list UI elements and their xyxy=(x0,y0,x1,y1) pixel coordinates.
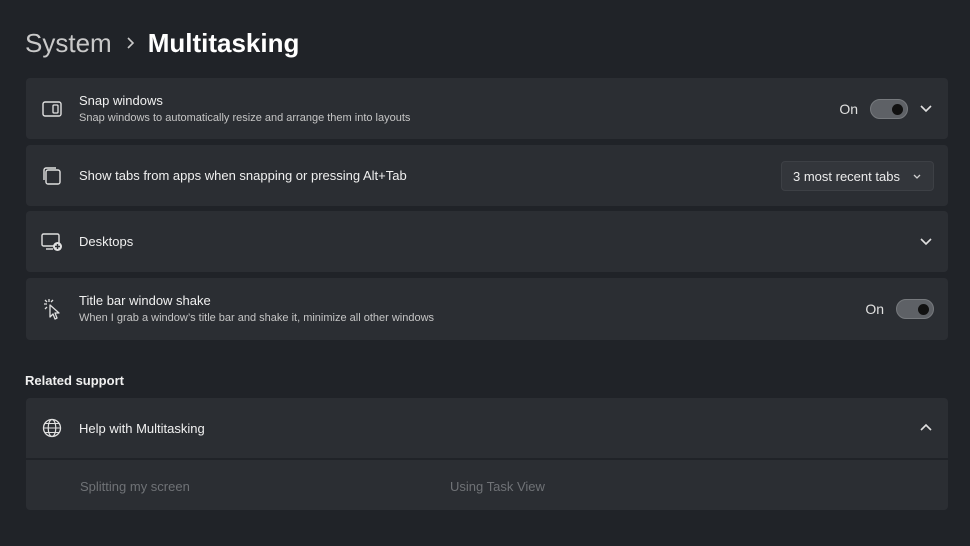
help-links-panel: Splitting my screen Using Task View xyxy=(26,460,948,510)
shake-cursor-icon xyxy=(40,297,64,321)
snap-windows-toggle-state: On xyxy=(839,101,858,117)
page-title: Multitasking xyxy=(147,27,300,58)
chevron-down-icon xyxy=(912,170,922,185)
snap-windows-setting[interactable]: Snap windows Snap windows to automatical… xyxy=(26,78,948,139)
snap-windows-description: Snap windows to automatically resize and… xyxy=(79,111,411,124)
snap-layout-icon xyxy=(40,97,64,121)
breadcrumb: System Multitasking xyxy=(25,26,299,60)
help-with-multitasking-title: Help with Multitasking xyxy=(79,421,205,436)
help-link-splitting-screen[interactable]: Splitting my screen xyxy=(80,479,190,494)
snap-windows-toggle-group: On xyxy=(839,99,908,119)
chevron-down-icon[interactable] xyxy=(918,100,934,116)
breadcrumb-parent[interactable]: System xyxy=(25,28,112,59)
recent-tabs-dropdown[interactable]: 3 most recent tabs xyxy=(781,161,934,191)
desktops-setting[interactable]: Desktops xyxy=(26,211,948,272)
help-with-multitasking-header[interactable]: Help with Multitasking xyxy=(26,398,948,458)
snap-windows-title: Snap windows xyxy=(79,92,163,108)
title-bar-shake-toggle-group: On xyxy=(865,299,934,319)
help-link-task-view[interactable]: Using Task View xyxy=(450,479,545,494)
chevron-right-icon xyxy=(112,36,148,50)
globe-icon xyxy=(40,416,64,440)
show-tabs-setting: Show tabs from apps when snapping or pre… xyxy=(26,145,948,206)
desktops-title: Desktops xyxy=(79,233,134,249)
toggle-knob xyxy=(892,104,903,115)
desktops-icon xyxy=(40,230,64,254)
show-tabs-title: Show tabs from apps when snapping or pre… xyxy=(79,167,407,183)
title-bar-shake-description: When I grab a window’s title bar and sha… xyxy=(79,312,435,324)
snap-windows-toggle[interactable] xyxy=(870,99,908,119)
chevron-up-icon[interactable] xyxy=(918,420,934,436)
recent-tabs-dropdown-value: 3 most recent tabs xyxy=(793,168,900,184)
title-bar-shake-title: Title bar window shake xyxy=(79,293,211,308)
tabs-icon xyxy=(40,164,64,188)
title-bar-shake-setting: Title bar window shake When I grab a win… xyxy=(26,278,948,340)
toggle-knob xyxy=(918,304,929,315)
title-bar-shake-toggle-state: On xyxy=(865,301,884,317)
related-support-heading: Related support xyxy=(25,373,124,388)
title-bar-shake-toggle[interactable] xyxy=(896,299,934,319)
chevron-down-icon[interactable] xyxy=(918,233,934,249)
